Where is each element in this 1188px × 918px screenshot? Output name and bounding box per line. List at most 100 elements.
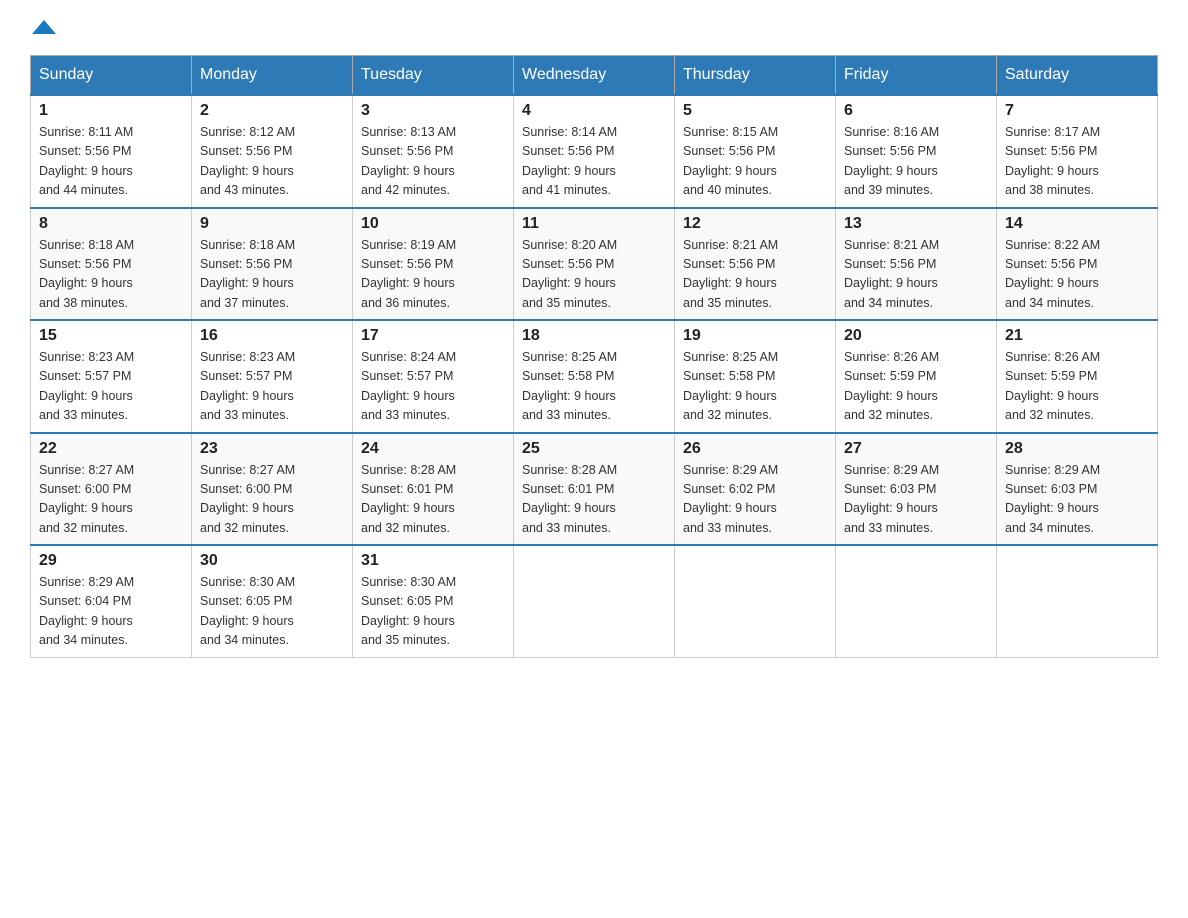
day-number: 22 — [39, 440, 183, 458]
calendar-header-tuesday: Tuesday — [353, 56, 514, 96]
day-info: Sunrise: 8:23 AMSunset: 5:57 PMDaylight:… — [39, 348, 183, 426]
day-number: 27 — [844, 440, 988, 458]
calendar-cell: 21 Sunrise: 8:26 AMSunset: 5:59 PMDayligh… — [997, 320, 1158, 433]
day-info: Sunrise: 8:26 AMSunset: 5:59 PMDaylight:… — [844, 348, 988, 426]
day-info: Sunrise: 8:26 AMSunset: 5:59 PMDaylight:… — [1005, 348, 1149, 426]
day-info: Sunrise: 8:17 AMSunset: 5:56 PMDaylight:… — [1005, 123, 1149, 201]
day-info: Sunrise: 8:27 AMSunset: 6:00 PMDaylight:… — [200, 461, 344, 539]
day-info: Sunrise: 8:25 AMSunset: 5:58 PMDaylight:… — [522, 348, 666, 426]
day-number: 18 — [522, 327, 666, 345]
calendar-week-row: 15 Sunrise: 8:23 AMSunset: 5:57 PMDayligh… — [31, 320, 1158, 433]
calendar-cell: 7 Sunrise: 8:17 AMSunset: 5:56 PMDaylight… — [997, 95, 1158, 208]
calendar-cell: 12Sunrise: 8:21 AMSunset: 5:56 PMDayligh… — [675, 208, 836, 321]
calendar-cell: 30Sunrise: 8:30 AMSunset: 6:05 PMDayligh… — [192, 545, 353, 657]
day-number: 29 — [39, 552, 183, 570]
calendar-header-sunday: Sunday — [31, 56, 192, 96]
calendar-week-row: 22 Sunrise: 8:27 AMSunset: 6:00 PMDayligh… — [31, 433, 1158, 546]
calendar-header-wednesday: Wednesday — [514, 56, 675, 96]
calendar-cell: 1 Sunrise: 8:11 AMSunset: 5:56 PMDaylight… — [31, 95, 192, 208]
day-number: 15 — [39, 327, 183, 345]
calendar-cell — [836, 545, 997, 657]
day-info: Sunrise: 8:18 AMSunset: 5:56 PMDaylight:… — [39, 236, 183, 314]
day-info: Sunrise: 8:20 AMSunset: 5:56 PMDaylight:… — [522, 236, 666, 314]
day-number: 28 — [1005, 440, 1149, 458]
day-number: 19 — [683, 327, 827, 345]
day-info: Sunrise: 8:21 AMSunset: 5:56 PMDaylight:… — [844, 236, 988, 314]
day-info: Sunrise: 8:25 AMSunset: 5:58 PMDaylight:… — [683, 348, 827, 426]
day-number: 16 — [200, 327, 344, 345]
day-number: 17 — [361, 327, 505, 345]
day-number: 6 — [844, 102, 988, 120]
day-info: Sunrise: 8:18 AMSunset: 5:56 PMDaylight:… — [200, 236, 344, 314]
day-number: 25 — [522, 440, 666, 458]
day-number: 11 — [522, 215, 666, 233]
calendar-header-saturday: Saturday — [997, 56, 1158, 96]
calendar-cell: 24 Sunrise: 8:28 AMSunset: 6:01 PMDayligh… — [353, 433, 514, 546]
day-number: 12 — [683, 215, 827, 233]
day-info: Sunrise: 8:23 AMSunset: 5:57 PMDaylight:… — [200, 348, 344, 426]
calendar-cell: 20 Sunrise: 8:26 AMSunset: 5:59 PMDayligh… — [836, 320, 997, 433]
day-number: 31 — [361, 552, 505, 570]
calendar-cell: 10 Sunrise: 8:19 AMSunset: 5:56 PMDayligh… — [353, 208, 514, 321]
calendar-cell: 19 Sunrise: 8:25 AMSunset: 5:58 PMDayligh… — [675, 320, 836, 433]
calendar-cell: 31 Sunrise: 8:30 AMSunset: 6:05 PMDayligh… — [353, 545, 514, 657]
calendar-cell: 3 Sunrise: 8:13 AMSunset: 5:56 PMDaylight… — [353, 95, 514, 208]
day-info: Sunrise: 8:15 AMSunset: 5:56 PMDaylight:… — [683, 123, 827, 201]
day-info: Sunrise: 8:28 AMSunset: 6:01 PMDaylight:… — [361, 461, 505, 539]
calendar-cell: 5 Sunrise: 8:15 AMSunset: 5:56 PMDaylight… — [675, 95, 836, 208]
day-info: Sunrise: 8:16 AMSunset: 5:56 PMDaylight:… — [844, 123, 988, 201]
calendar-cell: 14 Sunrise: 8:22 AMSunset: 5:56 PMDayligh… — [997, 208, 1158, 321]
calendar-header-monday: Monday — [192, 56, 353, 96]
calendar-cell: 23 Sunrise: 8:27 AMSunset: 6:00 PMDayligh… — [192, 433, 353, 546]
calendar-cell: 25 Sunrise: 8:28 AMSunset: 6:01 PMDayligh… — [514, 433, 675, 546]
day-number: 3 — [361, 102, 505, 120]
calendar-header-friday: Friday — [836, 56, 997, 96]
calendar-cell — [675, 545, 836, 657]
calendar-cell: 16 Sunrise: 8:23 AMSunset: 5:57 PMDayligh… — [192, 320, 353, 433]
day-info: Sunrise: 8:28 AMSunset: 6:01 PMDaylight:… — [522, 461, 666, 539]
day-number: 5 — [683, 102, 827, 120]
day-info: Sunrise: 8:27 AMSunset: 6:00 PMDaylight:… — [39, 461, 183, 539]
day-number: 20 — [844, 327, 988, 345]
calendar-cell: 15 Sunrise: 8:23 AMSunset: 5:57 PMDayligh… — [31, 320, 192, 433]
calendar-cell: 8Sunrise: 8:18 AMSunset: 5:56 PMDaylight… — [31, 208, 192, 321]
day-number: 23 — [200, 440, 344, 458]
calendar-cell — [514, 545, 675, 657]
day-info: Sunrise: 8:13 AMSunset: 5:56 PMDaylight:… — [361, 123, 505, 201]
day-info: Sunrise: 8:29 AMSunset: 6:03 PMDaylight:… — [1005, 461, 1149, 539]
day-info: Sunrise: 8:19 AMSunset: 5:56 PMDaylight:… — [361, 236, 505, 314]
logo-blue-box — [32, 20, 56, 35]
day-number: 4 — [522, 102, 666, 120]
day-info: Sunrise: 8:11 AMSunset: 5:56 PMDaylight:… — [39, 123, 183, 201]
day-info: Sunrise: 8:22 AMSunset: 5:56 PMDaylight:… — [1005, 236, 1149, 314]
day-number: 24 — [361, 440, 505, 458]
calendar-cell: 26Sunrise: 8:29 AMSunset: 6:02 PMDayligh… — [675, 433, 836, 546]
calendar-cell: 6 Sunrise: 8:16 AMSunset: 5:56 PMDaylight… — [836, 95, 997, 208]
calendar-week-row: 8Sunrise: 8:18 AMSunset: 5:56 PMDaylight… — [31, 208, 1158, 321]
calendar-cell: 2Sunrise: 8:12 AMSunset: 5:56 PMDaylight… — [192, 95, 353, 208]
calendar-cell: 27Sunrise: 8:29 AMSunset: 6:03 PMDayligh… — [836, 433, 997, 546]
page-header — [30, 20, 1158, 35]
day-number: 1 — [39, 102, 183, 120]
calendar-cell: 29 Sunrise: 8:29 AMSunset: 6:04 PMDayligh… — [31, 545, 192, 657]
day-number: 21 — [1005, 327, 1149, 345]
logo-triangle-icon — [32, 20, 56, 34]
day-number: 2 — [200, 102, 344, 120]
calendar-cell: 22 Sunrise: 8:27 AMSunset: 6:00 PMDayligh… — [31, 433, 192, 546]
calendar-week-row: 29 Sunrise: 8:29 AMSunset: 6:04 PMDayligh… — [31, 545, 1158, 657]
calendar-header-thursday: Thursday — [675, 56, 836, 96]
calendar-cell: 18 Sunrise: 8:25 AMSunset: 5:58 PMDayligh… — [514, 320, 675, 433]
calendar-cell: 11 Sunrise: 8:20 AMSunset: 5:56 PMDayligh… — [514, 208, 675, 321]
day-number: 7 — [1005, 102, 1149, 120]
day-info: Sunrise: 8:29 AMSunset: 6:04 PMDaylight:… — [39, 573, 183, 651]
calendar-cell: 9 Sunrise: 8:18 AMSunset: 5:56 PMDaylight… — [192, 208, 353, 321]
day-number: 14 — [1005, 215, 1149, 233]
day-number: 10 — [361, 215, 505, 233]
calendar-table: SundayMondayTuesdayWednesdayThursdayFrid… — [30, 55, 1158, 658]
calendar-cell: 4Sunrise: 8:14 AMSunset: 5:56 PMDaylight… — [514, 95, 675, 208]
day-info: Sunrise: 8:30 AMSunset: 6:05 PMDaylight:… — [361, 573, 505, 651]
day-number: 9 — [200, 215, 344, 233]
day-number: 30 — [200, 552, 344, 570]
calendar-cell — [997, 545, 1158, 657]
calendar-header-row: SundayMondayTuesdayWednesdayThursdayFrid… — [31, 56, 1158, 96]
